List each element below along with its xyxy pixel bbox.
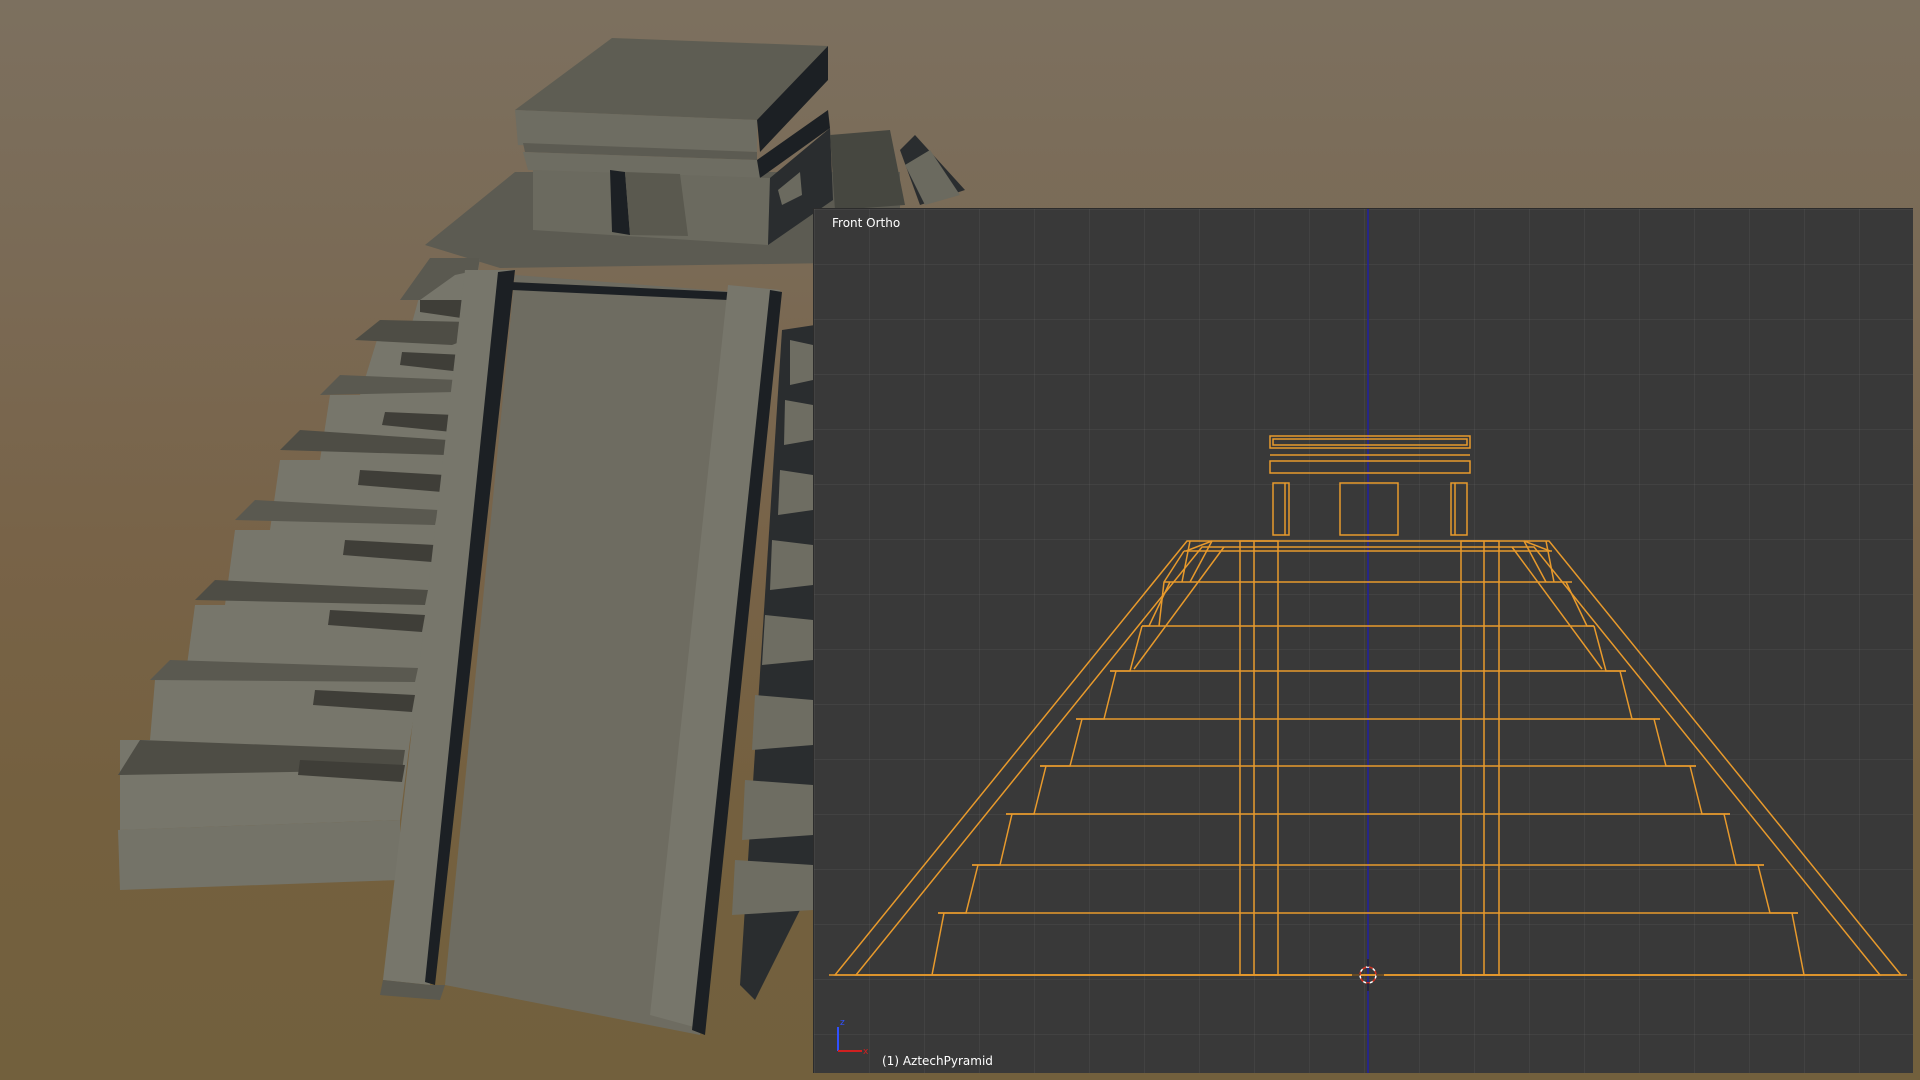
frame-number: (1)	[882, 1054, 899, 1068]
front-ortho-viewport[interactable]: z x Front Ortho (1) AztechPyramid	[813, 208, 1913, 1073]
view-name-label: Front Ortho	[832, 216, 901, 230]
object-info-label: (1) AztechPyramid	[882, 1054, 993, 1068]
axis-gizmo-icon: z x	[837, 1018, 869, 1057]
object-name: AztechPyramid	[902, 1054, 993, 1068]
axis-z-label: z	[840, 1018, 845, 1028]
pyramid-wireframe: z x	[829, 209, 1907, 1073]
axis-x-label: x	[863, 1047, 869, 1057]
